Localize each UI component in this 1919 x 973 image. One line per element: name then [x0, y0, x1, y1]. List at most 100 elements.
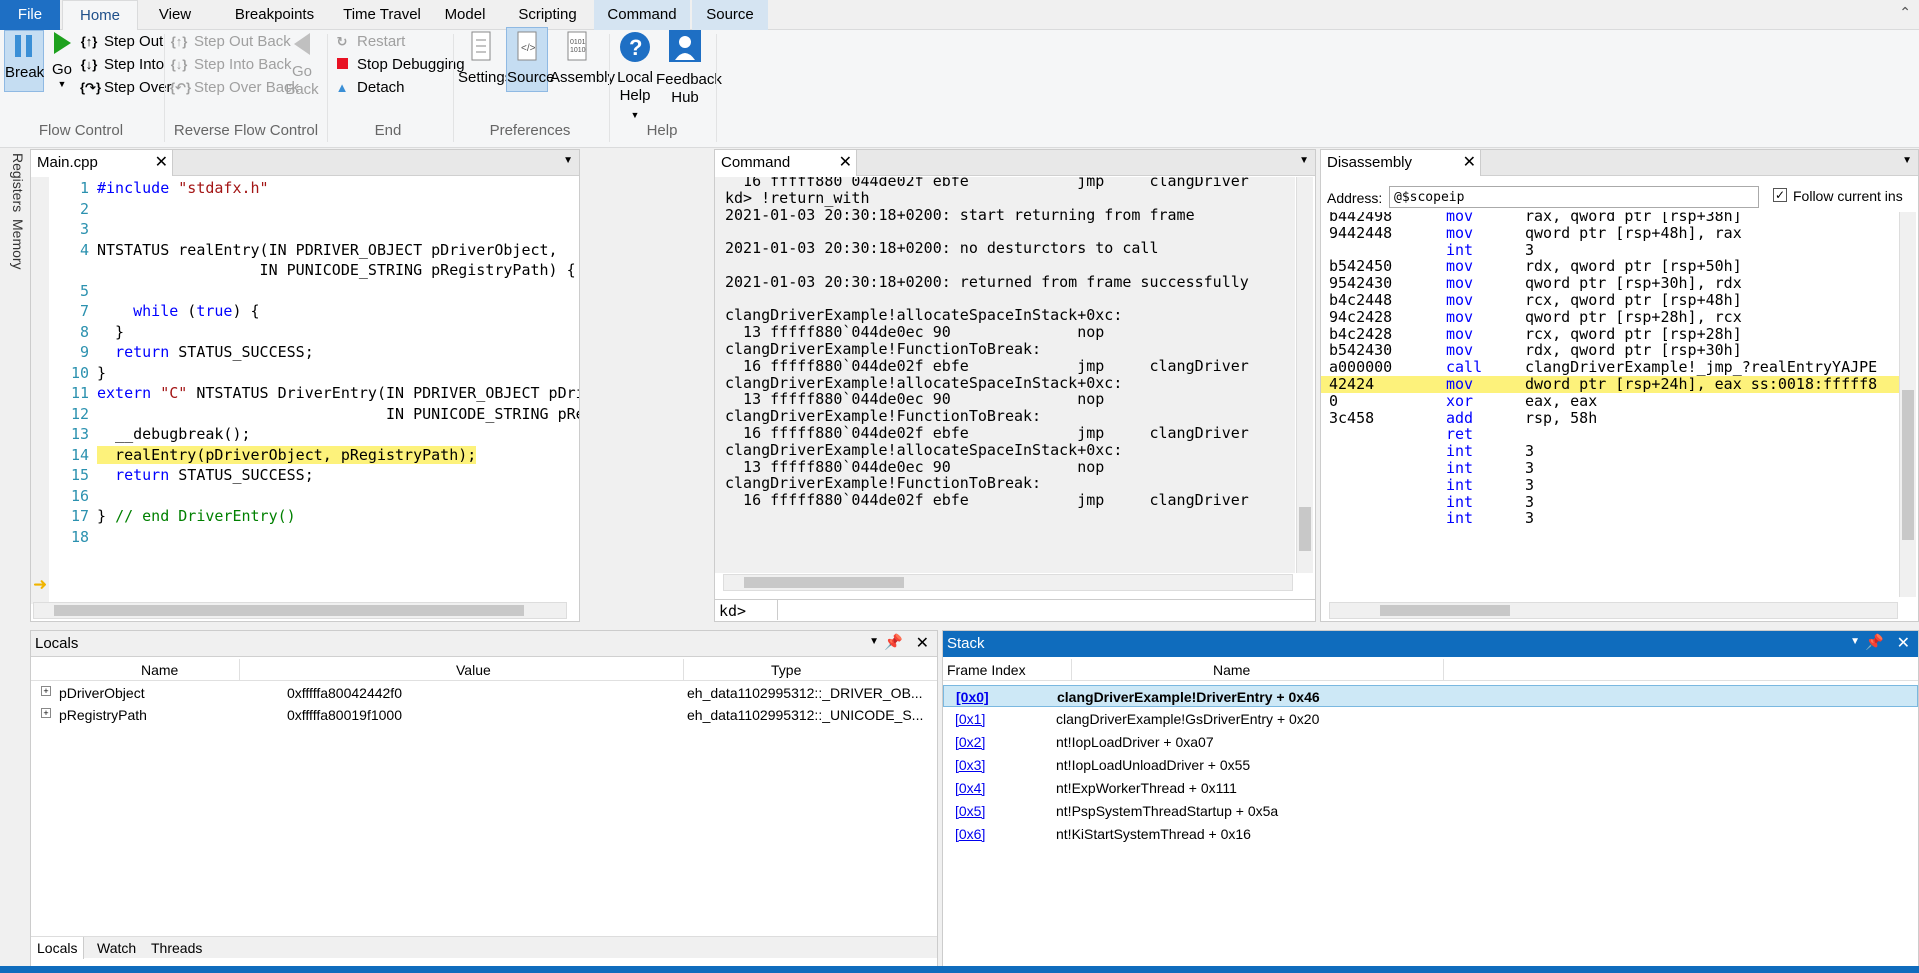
column-frame-name[interactable]: Name [1213, 662, 1250, 678]
frame-index-link[interactable]: [0x0] [956, 686, 989, 708]
tab-home[interactable]: Home [62, 0, 138, 30]
disassembly-row[interactable]: int 3 [1321, 493, 1901, 511]
disassembly-row[interactable]: b4c2448 mov rcx, qword ptr [rsp+48h] [1321, 292, 1901, 309]
disassembly-row[interactable]: 9542430 mov qword ptr [rsp+30h], rdx [1321, 275, 1901, 292]
disassembly-row[interactable]: 0 xor eax, eax [1321, 392, 1901, 410]
close-icon[interactable]: ✕ [155, 150, 168, 176]
step-over-button[interactable]: {↷} Step Over [80, 76, 172, 100]
close-icon[interactable]: ✕ [1897, 633, 1910, 653]
close-icon[interactable]: ✕ [839, 150, 852, 176]
detach-button[interactable]: ▲ Detach [333, 76, 405, 100]
tab-file[interactable]: File [0, 0, 60, 30]
source-pref-button[interactable]: </> Source [506, 27, 555, 92]
panel-menu-icon[interactable]: ▼ [1850, 636, 1860, 647]
disasm-horizontal-scrollbar[interactable] [1329, 602, 1898, 619]
disassembly-row[interactable]: 94c2428 mov qword ptr [rsp+28h], rcx [1321, 308, 1901, 326]
tab-time-travel[interactable]: Time Travel [332, 0, 432, 30]
disassembly-row[interactable]: 42424 mov dword ptr [rsp+24h], eax ss:0018… [1321, 376, 1901, 393]
disassembly-view[interactable]: b442498 mov rax, qword ptr [rsp+38h] 944244… [1321, 212, 1901, 597]
side-tab-registers[interactable]: Registers [6, 153, 26, 212]
stack-frame-row[interactable]: [0x1] clangDriverExample!GsDriverEntry + … [943, 708, 1918, 730]
table-row[interactable]: + pRegistryPath 0xfffffa80019f1000 eh_da… [31, 705, 937, 727]
disassembly-row[interactable]: int 3 [1321, 443, 1901, 460]
tab-main-cpp[interactable]: Main.cpp ✕ [31, 150, 173, 176]
table-row[interactable]: + pDriverObject 0xfffffa80042442f0 eh_da… [31, 683, 937, 705]
follow-checkbox[interactable]: ✓ [1773, 188, 1787, 202]
pin-icon[interactable]: 📌 [884, 633, 903, 651]
disasm-vertical-scrollbar[interactable] [1899, 212, 1916, 597]
disassembly-row[interactable]: 3c458 add rsp, 58h [1321, 409, 1901, 427]
tab-view[interactable]: View [145, 0, 205, 30]
frame-index-link[interactable]: [0x1] [955, 708, 985, 730]
settings-button[interactable]: Settings [458, 30, 512, 87]
step-over-back-button[interactable]: {↶} Step Over Back [170, 76, 299, 100]
stack-frame-row[interactable]: [0x4] nt!ExpWorkerThread + 0x111 [943, 777, 1918, 799]
stack-frame-row[interactable]: [0x0] clangDriverExample!DriverEntry + 0x… [943, 685, 1918, 707]
tab-breakpoints[interactable]: Breakpoints [222, 0, 327, 30]
step-into-button[interactable]: {↓} Step Into [80, 53, 164, 77]
stack-frame-row[interactable]: [0x5] nt!PspSystemThreadStartup + 0x5a [943, 800, 1918, 822]
disassembly-row[interactable]: int 3 [1321, 241, 1901, 259]
disassembly-row[interactable]: int 3 [1321, 510, 1901, 527]
disassembly-row[interactable]: int 3 [1321, 476, 1901, 494]
close-icon[interactable]: ✕ [916, 633, 929, 653]
panel-menu-icon[interactable]: ▼ [1299, 155, 1309, 166]
expand-icon[interactable]: + [41, 708, 51, 718]
disassembly-row[interactable]: 9442448 mov qword ptr [rsp+48h], rax [1321, 224, 1901, 242]
stop-debugging-button[interactable]: Stop Debugging [333, 53, 465, 77]
command-horizontal-scrollbar[interactable] [723, 574, 1293, 591]
source-code-view[interactable]: 1 #include "stdafx.h" 2 3 4 NTSTATUS realEntr… [49, 180, 579, 600]
disassembly-row[interactable]: a000000 call clangDriverExample!_jmp_?real… [1321, 359, 1901, 376]
step-out-button[interactable]: {↑} Step Out [80, 30, 164, 54]
tab-disassembly[interactable]: Disassembly ✕ [1321, 150, 1481, 176]
tab-command[interactable]: Command [594, 0, 690, 30]
column-type[interactable]: Type [771, 662, 801, 678]
column-value[interactable]: Value [456, 662, 491, 678]
disassembly-row[interactable]: b4c2428 mov rcx, qword ptr [rsp+28h] [1321, 325, 1901, 343]
command-vertical-scrollbar[interactable] [1296, 177, 1313, 573]
stack-frame-row[interactable]: [0x2] nt!IopLoadDriver + 0xa07 [943, 731, 1918, 753]
disassembly-row[interactable]: b542450 mov rdx, qword ptr [rsp+50h] [1321, 258, 1901, 275]
step-into-back-button[interactable]: {↓} Step Into Back [170, 53, 292, 77]
bottom-tab-watch[interactable]: Watch [91, 937, 142, 959]
bottom-tab-threads[interactable]: Threads [145, 937, 208, 959]
disassembly-row[interactable]: int 3 [1321, 460, 1901, 477]
go-button[interactable]: Go ▼ [48, 30, 76, 94]
assembly-button[interactable]: 0101 1010 Assembly [550, 30, 615, 87]
collapse-ribbon-icon[interactable]: ⌃ [1899, 4, 1911, 21]
command-output[interactable]: 16 fffff880`044de02f ebfe jmp clangDrive… [715, 177, 1295, 573]
close-icon[interactable]: ✕ [1463, 150, 1476, 176]
expand-icon[interactable]: + [41, 686, 51, 696]
column-frame-index[interactable]: Frame Index [947, 662, 1026, 678]
panel-menu-icon[interactable]: ▼ [869, 636, 879, 647]
go-back-button[interactable]: Go Back [284, 30, 320, 99]
tab-scripting[interactable]: Scripting [505, 0, 590, 30]
frame-index-link[interactable]: [0x4] [955, 777, 985, 799]
frame-index-link[interactable]: [0x6] [955, 823, 985, 845]
break-button[interactable]: Break [4, 30, 44, 92]
step-out-back-button[interactable]: {↑} Step Out Back [170, 30, 291, 54]
tab-source[interactable]: Source [692, 0, 768, 30]
frame-index-link[interactable]: [0x2] [955, 731, 985, 753]
frame-index-link[interactable]: [0x3] [955, 754, 985, 776]
tab-model[interactable]: Model [435, 0, 495, 30]
column-name[interactable]: Name [141, 662, 178, 678]
panel-menu-icon[interactable]: ▼ [563, 155, 573, 166]
side-tab-memory[interactable]: Memory [6, 219, 26, 279]
panel-menu-icon[interactable]: ▼ [1902, 155, 1912, 166]
code-token: IN PUNICODE_STRING pRegistryPat [385, 404, 579, 423]
restart-button[interactable]: ↻ Restart [333, 30, 406, 54]
address-input[interactable] [1389, 186, 1759, 208]
stack-frame-row[interactable]: [0x6] nt!KiStartSystemThread + 0x16 [943, 823, 1918, 845]
pin-icon[interactable]: 📌 [1865, 633, 1884, 651]
frame-index-link[interactable]: [0x5] [955, 800, 985, 822]
source-horizontal-scrollbar[interactable] [33, 602, 567, 619]
disassembly-row[interactable]: b542430 mov rdx, qword ptr [rsp+30h] [1321, 342, 1901, 359]
feedback-hub-button[interactable]: Feedback Hub [656, 28, 722, 107]
stack-frame-row[interactable]: [0x3] nt!IopLoadUnloadDriver + 0x55 [943, 754, 1918, 776]
command-input[interactable] [777, 600, 1313, 620]
local-help-button[interactable]: ? Local Help ▼ [614, 30, 656, 124]
tab-command-window[interactable]: Command ✕ [715, 150, 857, 176]
bottom-tab-locals[interactable]: Locals [31, 937, 85, 959]
disassembly-row[interactable]: ret [1321, 426, 1901, 443]
